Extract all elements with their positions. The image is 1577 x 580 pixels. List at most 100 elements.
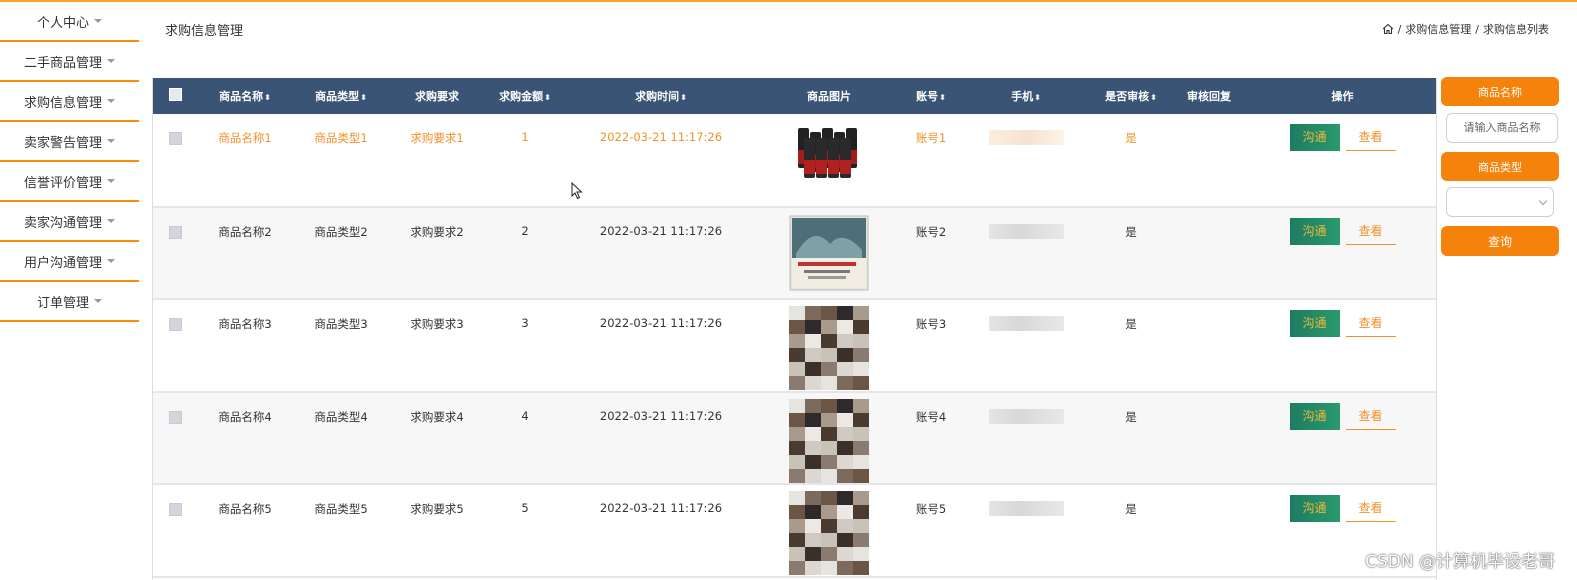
sort-icon[interactable]: ⬍ [544, 93, 551, 102]
sort-icon[interactable]: ⬍ [1150, 93, 1157, 102]
product-image[interactable] [788, 120, 870, 196]
chat-button[interactable]: 沟通 [1289, 124, 1340, 151]
type-select[interactable] [1446, 187, 1554, 217]
purchase-table: 商品名称⬍ 商品类型⬍ 求购要求 求购金额⬍ 求购时间⬍ 商品图片 账号⬍ 手机… [152, 78, 1437, 580]
view-button[interactable]: 查看 [1345, 218, 1396, 245]
cell-type: 商品类型4 [314, 409, 368, 424]
chat-button[interactable]: 沟通 [1289, 217, 1340, 245]
view-button[interactable]: 查看 [1345, 310, 1396, 337]
sort-icon[interactable]: ⬍ [1034, 93, 1041, 102]
sidebar-item-seller-warnings[interactable]: 卖家警告管理 [0, 122, 139, 162]
cell-actions: 沟通 查看 [1247, 299, 1436, 392]
row-checkbox[interactable] [168, 410, 182, 424]
cell-audited: 是 [1125, 317, 1137, 331]
product-image[interactable] [788, 214, 870, 290]
cell-requirement: 求购要求2 [410, 224, 464, 239]
sort-icon[interactable]: ⬍ [939, 93, 946, 102]
column-header[interactable]: 求购金额⬍ [485, 78, 565, 114]
sidebar: 个人中心 二手商品管理 求购信息管理 卖家警告管理 信誉评价管理 卖家沟通管理 … [0, 2, 139, 322]
product-image[interactable] [788, 306, 870, 390]
sidebar-item-label: 订单管理 [36, 295, 89, 311]
query-button[interactable]: 查询 [1441, 226, 1559, 256]
row-checkbox[interactable] [168, 318, 182, 331]
column-header[interactable]: 账号⬍ [901, 78, 961, 114]
cell-phone [961, 114, 1091, 207]
cell-amount: 3 [521, 316, 529, 330]
cell-reply [1171, 114, 1247, 207]
cell-image [757, 392, 901, 485]
cell-reply [1171, 392, 1247, 485]
cell-type: 商品类型1 [314, 131, 368, 145]
cell-audited: 是 [1125, 409, 1137, 424]
home-icon[interactable] [1382, 23, 1394, 35]
top-accent-line [0, 0, 1577, 2]
sidebar-item-label: 卖家沟通管理 [23, 215, 102, 231]
cell-actions: 沟通 查看 [1247, 207, 1436, 300]
chevron-down-icon [1538, 196, 1548, 206]
cell-phone [961, 207, 1091, 300]
sidebar-item-purchase-requests[interactable]: 求购信息管理 [0, 82, 139, 122]
cell-image [757, 484, 901, 577]
view-button[interactable]: 查看 [1345, 124, 1396, 151]
sidebar-item-orders[interactable]: 订单管理 [0, 282, 139, 322]
sidebar-item-user-chat[interactable]: 用户沟通管理 [0, 242, 139, 282]
product-image[interactable] [788, 491, 870, 575]
sort-icon[interactable]: ⬍ [680, 93, 687, 102]
sidebar-item-label: 用户沟通管理 [23, 255, 102, 271]
cell-amount: 2 [521, 223, 529, 238]
cell-image [757, 299, 901, 392]
table-row: 商品名称3 商品类型3 求购要求3 3 2022-03-21 11:17:26 … [153, 299, 1436, 392]
chat-button[interactable]: 沟通 [1289, 402, 1340, 430]
watermark: CSDN @计算机毕设老哥 [1365, 552, 1555, 572]
row-select-cell [153, 114, 197, 207]
mouse-cursor-icon [571, 182, 583, 200]
phone-redacted [988, 501, 1064, 516]
breadcrumb-item[interactable]: 求购信息管理 [1405, 21, 1471, 37]
name-search-input[interactable]: 请输入商品名称 [1446, 113, 1558, 143]
view-button[interactable]: 查看 [1345, 495, 1396, 522]
cell-account: 账号1 [915, 131, 947, 145]
column-header[interactable]: 商品类型⬍ [293, 78, 389, 114]
cell-requirement: 求购要求3 [410, 317, 464, 331]
search-panel: 商品名称 请输入商品名称 商品类型 查询 [1441, 77, 1559, 256]
sidebar-item-label: 信誉评价管理 [23, 175, 102, 191]
caret-down-icon [107, 59, 115, 63]
cell-time: 2022-03-21 11:17:26 [599, 501, 723, 515]
cell-amount: 4 [521, 408, 529, 423]
select-all-checkbox[interactable] [168, 88, 182, 101]
table-row: 商品名称1 商品类型1 求购要求1 1 2022-03-21 11:17:26 … [153, 114, 1436, 207]
table-row: 商品名称2 商品类型2 求购要求2 2 2022-03-21 11:17:26 … [153, 206, 1436, 300]
sidebar-item-seller-chat[interactable]: 卖家沟通管理 [0, 202, 139, 242]
sort-icon[interactable]: ⬍ [360, 93, 367, 102]
row-checkbox[interactable] [168, 132, 182, 145]
row-checkbox[interactable] [168, 225, 182, 239]
chat-button[interactable]: 沟通 [1289, 495, 1340, 522]
sort-icon[interactable]: ⬍ [264, 93, 271, 102]
row-checkbox[interactable] [168, 503, 182, 516]
cell-account: 账号2 [915, 224, 947, 239]
sidebar-item-credit-reviews[interactable]: 信誉评价管理 [0, 162, 139, 202]
cell-reply [1171, 484, 1247, 577]
cell-amount: 1 [521, 130, 529, 144]
column-header[interactable]: 商品名称⬍ [197, 78, 293, 114]
cell-name: 商品名称2 [218, 224, 272, 239]
sidebar-item-personal-center[interactable]: 个人中心 [0, 2, 139, 42]
row-select-cell [153, 392, 197, 485]
chat-button[interactable]: 沟通 [1289, 310, 1340, 337]
select-all-header [153, 78, 197, 114]
column-header[interactable]: 手机⬍ [961, 78, 1091, 114]
column-header[interactable]: 是否审核⬍ [1091, 78, 1171, 114]
caret-down-icon [107, 219, 115, 223]
column-header: 商品图片 [807, 90, 851, 103]
column-header[interactable]: 求购时间⬍ [565, 78, 757, 114]
caret-down-icon [94, 19, 102, 23]
sidebar-item-secondhand-goods[interactable]: 二手商品管理 [0, 42, 139, 82]
breadcrumb-item-current: 求购信息列表 [1483, 23, 1549, 36]
view-button[interactable]: 查看 [1345, 403, 1396, 430]
table-row: 商品名称5 商品类型5 求购要求5 5 2022-03-21 11:17:26 … [153, 484, 1436, 577]
product-image[interactable] [788, 398, 870, 483]
name-filter-label: 商品名称 [1441, 77, 1559, 106]
cell-type: 商品类型2 [314, 224, 368, 239]
cell-phone [961, 299, 1091, 392]
cell-account: 账号4 [915, 409, 947, 424]
